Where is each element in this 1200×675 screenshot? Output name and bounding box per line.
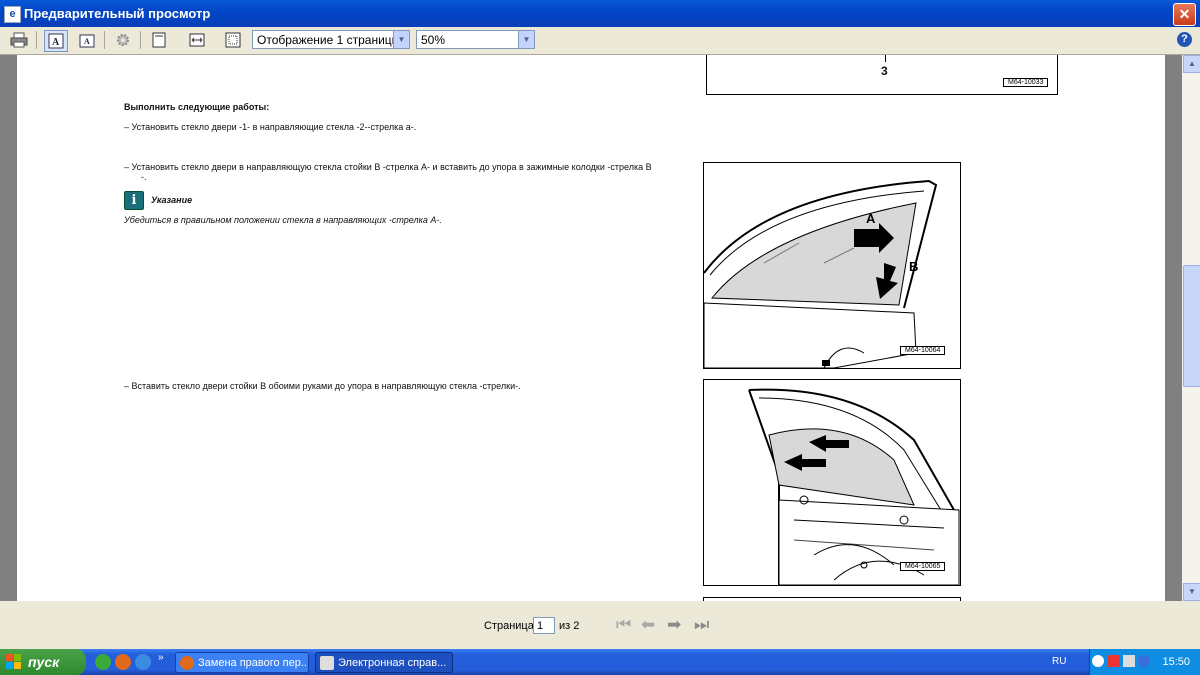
whole-page-icon [225, 32, 241, 48]
step-3: – Вставить стекло двери стойки В обоими … [124, 381, 521, 391]
network-icon[interactable] [1108, 655, 1120, 667]
utorrent-icon[interactable] [95, 654, 111, 670]
figure-2-code: M64-10065 [900, 562, 946, 571]
page-setup-button[interactable] [112, 30, 134, 50]
taskbar-item-help[interactable]: Электронная справ... [315, 652, 453, 673]
page-count-label: из 2 [559, 620, 580, 632]
zoom-value: 50% [421, 33, 446, 47]
next-page-icon[interactable]: ➡ [667, 615, 681, 635]
note-title: Указание [151, 195, 193, 205]
page-width-icon [189, 33, 205, 47]
quicklaunch-expand-icon[interactable]: » [158, 652, 164, 663]
figure-top-code: M64-10033 [1003, 78, 1049, 87]
gear-icon [117, 34, 129, 46]
taskbar: пуск » Замена правого пер... Электронная… [0, 649, 1200, 675]
full-page-icon [152, 32, 166, 48]
display-mode-value: Отображение 1 страницы [257, 33, 401, 47]
start-label: пуск [28, 654, 60, 670]
close-button[interactable]: ✕ [1173, 3, 1196, 26]
first-page-icon[interactable]: ⏮ [616, 615, 631, 635]
page-width-button[interactable] [186, 30, 208, 50]
chevron-down-icon: ▼ [518, 31, 534, 48]
chevron-down-icon: ▼ [393, 31, 409, 48]
print-button[interactable] [8, 30, 30, 50]
full-page-button[interactable] [148, 30, 170, 50]
taskbar-item-label: Электронная справ... [338, 657, 447, 669]
page-label: Страница [484, 620, 534, 632]
fit-text-large-button[interactable]: A [44, 30, 68, 52]
preview-viewport[interactable]: 3 M64-10033 Выполнить следующие работы: … [0, 55, 1182, 601]
printer-icon [10, 32, 28, 48]
windows-flag-icon [6, 654, 21, 669]
text-size-large-icon: A [48, 33, 64, 49]
figure-1-label-a: A [866, 211, 876, 226]
scroll-up-icon[interactable]: ▲ [1183, 55, 1200, 73]
scroll-down-icon[interactable]: ▼ [1183, 583, 1200, 601]
page-navigation-bar: Страница 1 из 2 ⏮ ⬅ ➡ ⏭ [0, 601, 1200, 649]
clock: 15:50 [1162, 656, 1190, 668]
display-mode-select[interactable]: Отображение 1 страницы ▼ [252, 30, 410, 49]
step-2-line1: – Установить стекло двери в направляющую… [124, 162, 652, 172]
svg-text:A: A [52, 37, 60, 48]
page-number-input[interactable]: 1 [533, 617, 555, 634]
previous-page-icon[interactable]: ⬅ [641, 615, 655, 635]
firefox-icon[interactable] [115, 654, 131, 670]
ie-icon[interactable] [135, 654, 151, 670]
figure-top: 3 M64-10033 [706, 55, 1058, 95]
figure-1-label-b: B [909, 259, 918, 274]
last-page-icon[interactable]: ⏭ [694, 615, 709, 635]
taskbar-item-firefox[interactable]: Замена правого пер... [175, 652, 309, 673]
tray-expand-icon[interactable] [1092, 655, 1104, 667]
toolbar: A A Отображение 1 страницы ▼ 50% ▼ ? [0, 27, 1200, 55]
door-glass-drawing-2 [748, 388, 960, 585]
svg-text:A: A [84, 37, 90, 46]
steps-heading: Выполнить следующие работы: [124, 102, 270, 112]
language-indicator[interactable]: RU [1052, 656, 1066, 667]
door-glass-drawing-1: A B [704, 179, 938, 368]
fit-text-small-button[interactable]: A [76, 30, 98, 50]
step-2-line2: -. [141, 172, 147, 182]
help-button[interactable]: ? [1177, 32, 1192, 47]
scroll-thumb[interactable] [1183, 265, 1200, 387]
system-tray: RU 15:50 [1052, 649, 1200, 675]
whole-page-button[interactable] [222, 30, 244, 50]
preview-app-icon: e [4, 6, 21, 23]
step-1: – Установить стекло двери -1- в направля… [124, 122, 417, 132]
app-window-icon [320, 656, 334, 670]
start-button[interactable]: пуск [0, 649, 86, 675]
firefox-icon [180, 656, 194, 670]
figure-door-glass-2: M64-10065 [703, 379, 961, 586]
figure-door-glass-1: A B M64-10064 [703, 162, 961, 369]
text-size-small-icon: A [79, 34, 95, 48]
figure-top-callout: 3 [881, 64, 888, 78]
zoom-select[interactable]: 50% ▼ [416, 30, 535, 49]
taskbar-item-label: Замена правого пер... [198, 657, 309, 669]
volume-icon[interactable] [1123, 655, 1135, 667]
vertical-scrollbar[interactable]: ▲ ▼ [1182, 55, 1200, 601]
document-page: 3 M64-10033 Выполнить следующие работы: … [17, 55, 1165, 601]
window-title: Предварительный просмотр [24, 6, 211, 21]
bluetooth-icon[interactable] [1138, 655, 1150, 667]
window-titlebar: e Предварительный просмотр ✕ [0, 0, 1200, 27]
figure-1-code: M64-10064 [900, 346, 946, 355]
info-icon: i [124, 191, 144, 210]
note-text: Убедиться в правильном положении стекла … [124, 215, 442, 225]
